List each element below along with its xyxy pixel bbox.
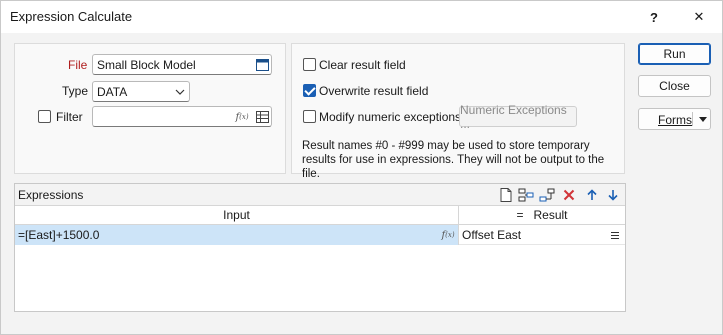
clear-result-label: Clear result field (319, 58, 406, 72)
move-down-icon[interactable] (605, 187, 621, 203)
new-row-icon[interactable] (498, 187, 514, 203)
file-input[interactable]: Small Block Model (92, 54, 272, 75)
delete-row-icon[interactable] (561, 187, 577, 203)
move-up-icon[interactable] (584, 187, 600, 203)
forms-divider (692, 112, 693, 126)
browse-file-icon[interactable] (255, 58, 269, 72)
overwrite-result-checkbox[interactable] (303, 84, 316, 97)
chevron-down-icon[interactable] (173, 85, 187, 99)
window-title: Expression Calculate (10, 9, 133, 24)
close-window-button[interactable]: ✕ (676, 1, 722, 33)
forms-button[interactable]: Forms (638, 108, 711, 130)
modify-numeric-label: Modify numeric exceptions (319, 110, 462, 124)
result-names-info: Result names #0 - #999 may be used to st… (302, 140, 605, 180)
function-icon[interactable]: f (x) (235, 110, 249, 124)
expression-input-text: =[East]+1500.0 (18, 228, 100, 242)
file-value: Small Block Model (97, 58, 196, 72)
overwrite-result-label: Overwrite result field (319, 84, 429, 98)
function-icon[interactable]: f (x) (441, 228, 455, 242)
forms-label: Forms (658, 113, 692, 127)
list-icon[interactable] (608, 228, 622, 242)
input-column-header[interactable]: Input (15, 206, 459, 225)
run-button[interactable]: Run (638, 43, 711, 65)
close-button[interactable]: Close (638, 75, 711, 97)
filter-checkbox[interactable] (38, 110, 51, 123)
modify-numeric-checkbox[interactable] (303, 110, 316, 123)
expression-result-cell[interactable]: Offset East (459, 225, 625, 245)
expression-input-cell[interactable]: =[East]+1500.0 f (x) (15, 225, 459, 245)
forms-dropdown-icon[interactable] (696, 112, 710, 126)
result-column-header[interactable]: = Result (459, 206, 625, 225)
type-value: DATA (97, 85, 128, 99)
insert-row-icon[interactable] (518, 187, 534, 203)
append-row-icon[interactable] (539, 187, 555, 203)
expressions-panel: Expressions Input = Result =[East]+1500.… (14, 183, 626, 312)
numeric-exceptions-button[interactable]: Numeric Exceptions ... (459, 103, 577, 131)
help-button[interactable]: ? (631, 1, 677, 33)
clear-result-checkbox[interactable] (303, 58, 316, 71)
filter-input[interactable]: f (x) (92, 106, 272, 127)
file-label: File (68, 58, 88, 72)
type-select[interactable]: DATA (92, 81, 190, 102)
filter-table-icon[interactable] (255, 110, 269, 124)
expressions-header: Expressions (15, 184, 625, 206)
title-bar: Expression Calculate ? ✕ (1, 1, 722, 33)
expression-result-text: Offset East (462, 228, 522, 242)
expressions-title: Expressions (18, 188, 84, 202)
filter-label: Filter (56, 110, 83, 124)
type-label: Type (62, 84, 89, 98)
expression-calculate-dialog: Expression Calculate ? ✕ File Small Bloc… (0, 0, 723, 335)
